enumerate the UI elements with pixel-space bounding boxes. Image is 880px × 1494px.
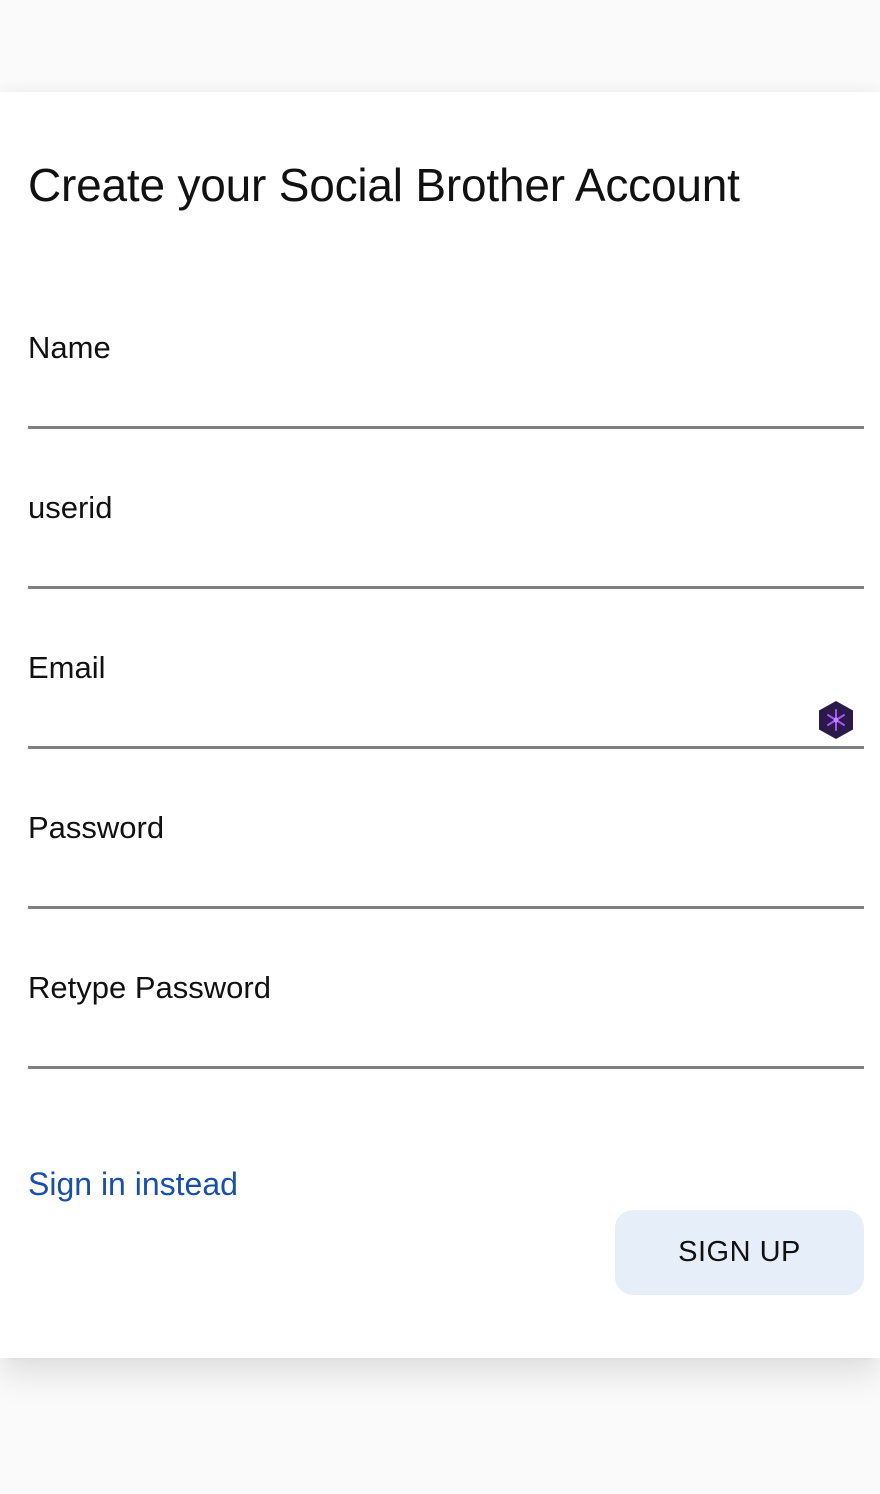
name-field: Name — [28, 330, 864, 480]
userid-label: userid — [28, 490, 113, 525]
email-label: Email — [28, 650, 106, 685]
password-input[interactable] — [28, 860, 864, 904]
password-underline — [28, 906, 864, 909]
password-field: Password — [28, 810, 864, 960]
retype-password-field: Retype Password — [28, 970, 864, 1120]
sign-in-link[interactable]: Sign in instead — [28, 1166, 238, 1203]
password-label: Password — [28, 810, 165, 845]
sign-up-button[interactable]: SIGN UP — [615, 1210, 864, 1295]
userid-field: userid — [28, 490, 864, 640]
signup-card: Create your Social Brother Account Name … — [0, 92, 880, 1358]
name-input[interactable] — [28, 380, 864, 424]
userid-input[interactable] — [28, 540, 864, 584]
userid-underline — [28, 586, 864, 589]
password-manager-extension-icon[interactable] — [816, 700, 856, 740]
email-input[interactable] — [28, 700, 864, 744]
name-label: Name — [28, 330, 111, 365]
name-underline — [28, 426, 864, 429]
email-field: Email — [28, 650, 864, 800]
retype-password-label: Retype Password — [28, 970, 271, 1005]
retype-password-input[interactable] — [28, 1020, 864, 1064]
page-title: Create your Social Brother Account — [28, 159, 740, 211]
email-underline — [28, 746, 864, 749]
retype-password-underline — [28, 1066, 864, 1069]
